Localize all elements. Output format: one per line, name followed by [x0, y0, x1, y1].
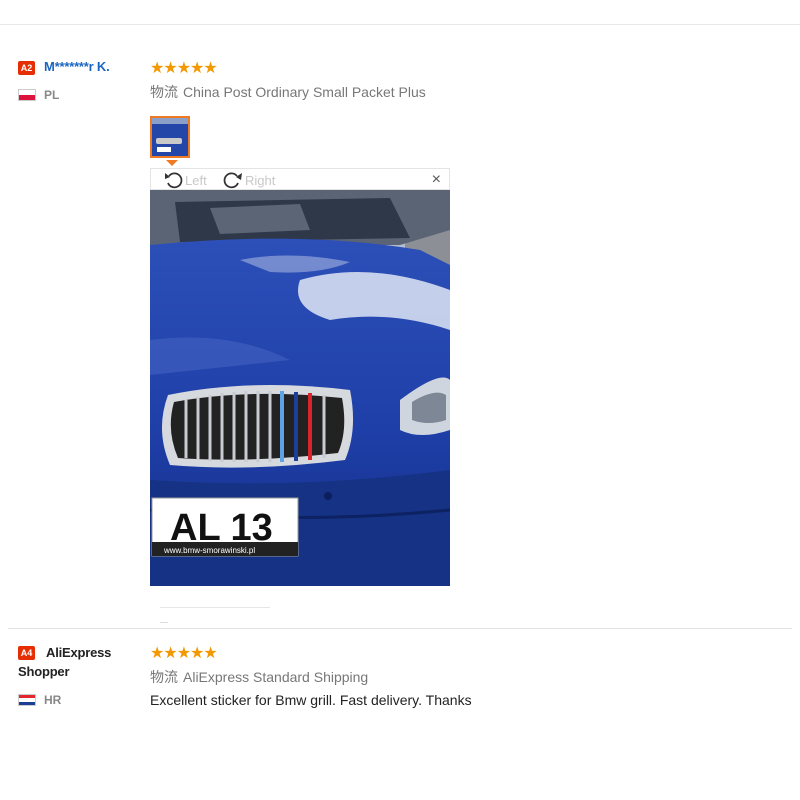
dealer-text: www.bmw-smorawinski.pl [163, 546, 255, 555]
rotate-left-icon [165, 172, 183, 189]
top-divider [0, 24, 800, 25]
buyer-level-badge: A4 [18, 646, 35, 660]
rotate-right-button[interactable]: Right [221, 170, 275, 190]
reviewer-country: HR [44, 693, 62, 707]
divider-line [160, 607, 270, 608]
rotate-left-label: Left [185, 172, 207, 188]
thumbnail-pointer [166, 160, 178, 166]
car-photo: AL 13 www.bmw-smorawinski.pl [150, 190, 450, 586]
buyer-level-badge: A2 [18, 61, 35, 75]
logistics-info: 物流 AliExpress Standard Shipping [150, 667, 368, 687]
thumbnail-image [152, 118, 188, 156]
logistics-label: 物流 [150, 84, 178, 100]
flag-pl-icon [18, 89, 36, 101]
review-photo-thumbnail[interactable] [150, 116, 190, 158]
reviewer-name: AliExpress [46, 645, 112, 660]
logistics-value: China Post Ordinary Small Packet Plus [183, 84, 426, 100]
review-text: Excellent sticker for Bmw grill. Fast de… [150, 692, 472, 708]
review-photo: AL 13 www.bmw-smorawinski.pl [150, 190, 450, 586]
rating-stars: ★★★★★ [150, 645, 218, 662]
reviewer-name-line2: Shopper [18, 664, 70, 679]
rotate-right-label: Right [245, 172, 276, 188]
rotate-left-button[interactable]: Left [163, 170, 207, 190]
rotate-right-icon [223, 172, 242, 189]
rating-stars: ★★★★★ [150, 60, 218, 77]
viewer-toolbar: Left Right × [150, 168, 450, 190]
flag-hr-icon [18, 694, 36, 706]
close-icon[interactable]: × [432, 170, 441, 190]
logistics-info: 物流 China Post Ordinary Small Packet Plus [150, 82, 426, 102]
reviewer-country: PL [44, 88, 60, 102]
logistics-label: 物流 [150, 669, 178, 685]
photo-viewer: Left Right × AL 13 www.bmw-smorawinski.p… [150, 168, 450, 586]
logistics-value: AliExpress Standard Shipping [183, 669, 369, 685]
reviewer-name[interactable]: M*******r K. [44, 59, 110, 74]
divider-dash [160, 622, 168, 623]
review-divider [8, 628, 792, 629]
